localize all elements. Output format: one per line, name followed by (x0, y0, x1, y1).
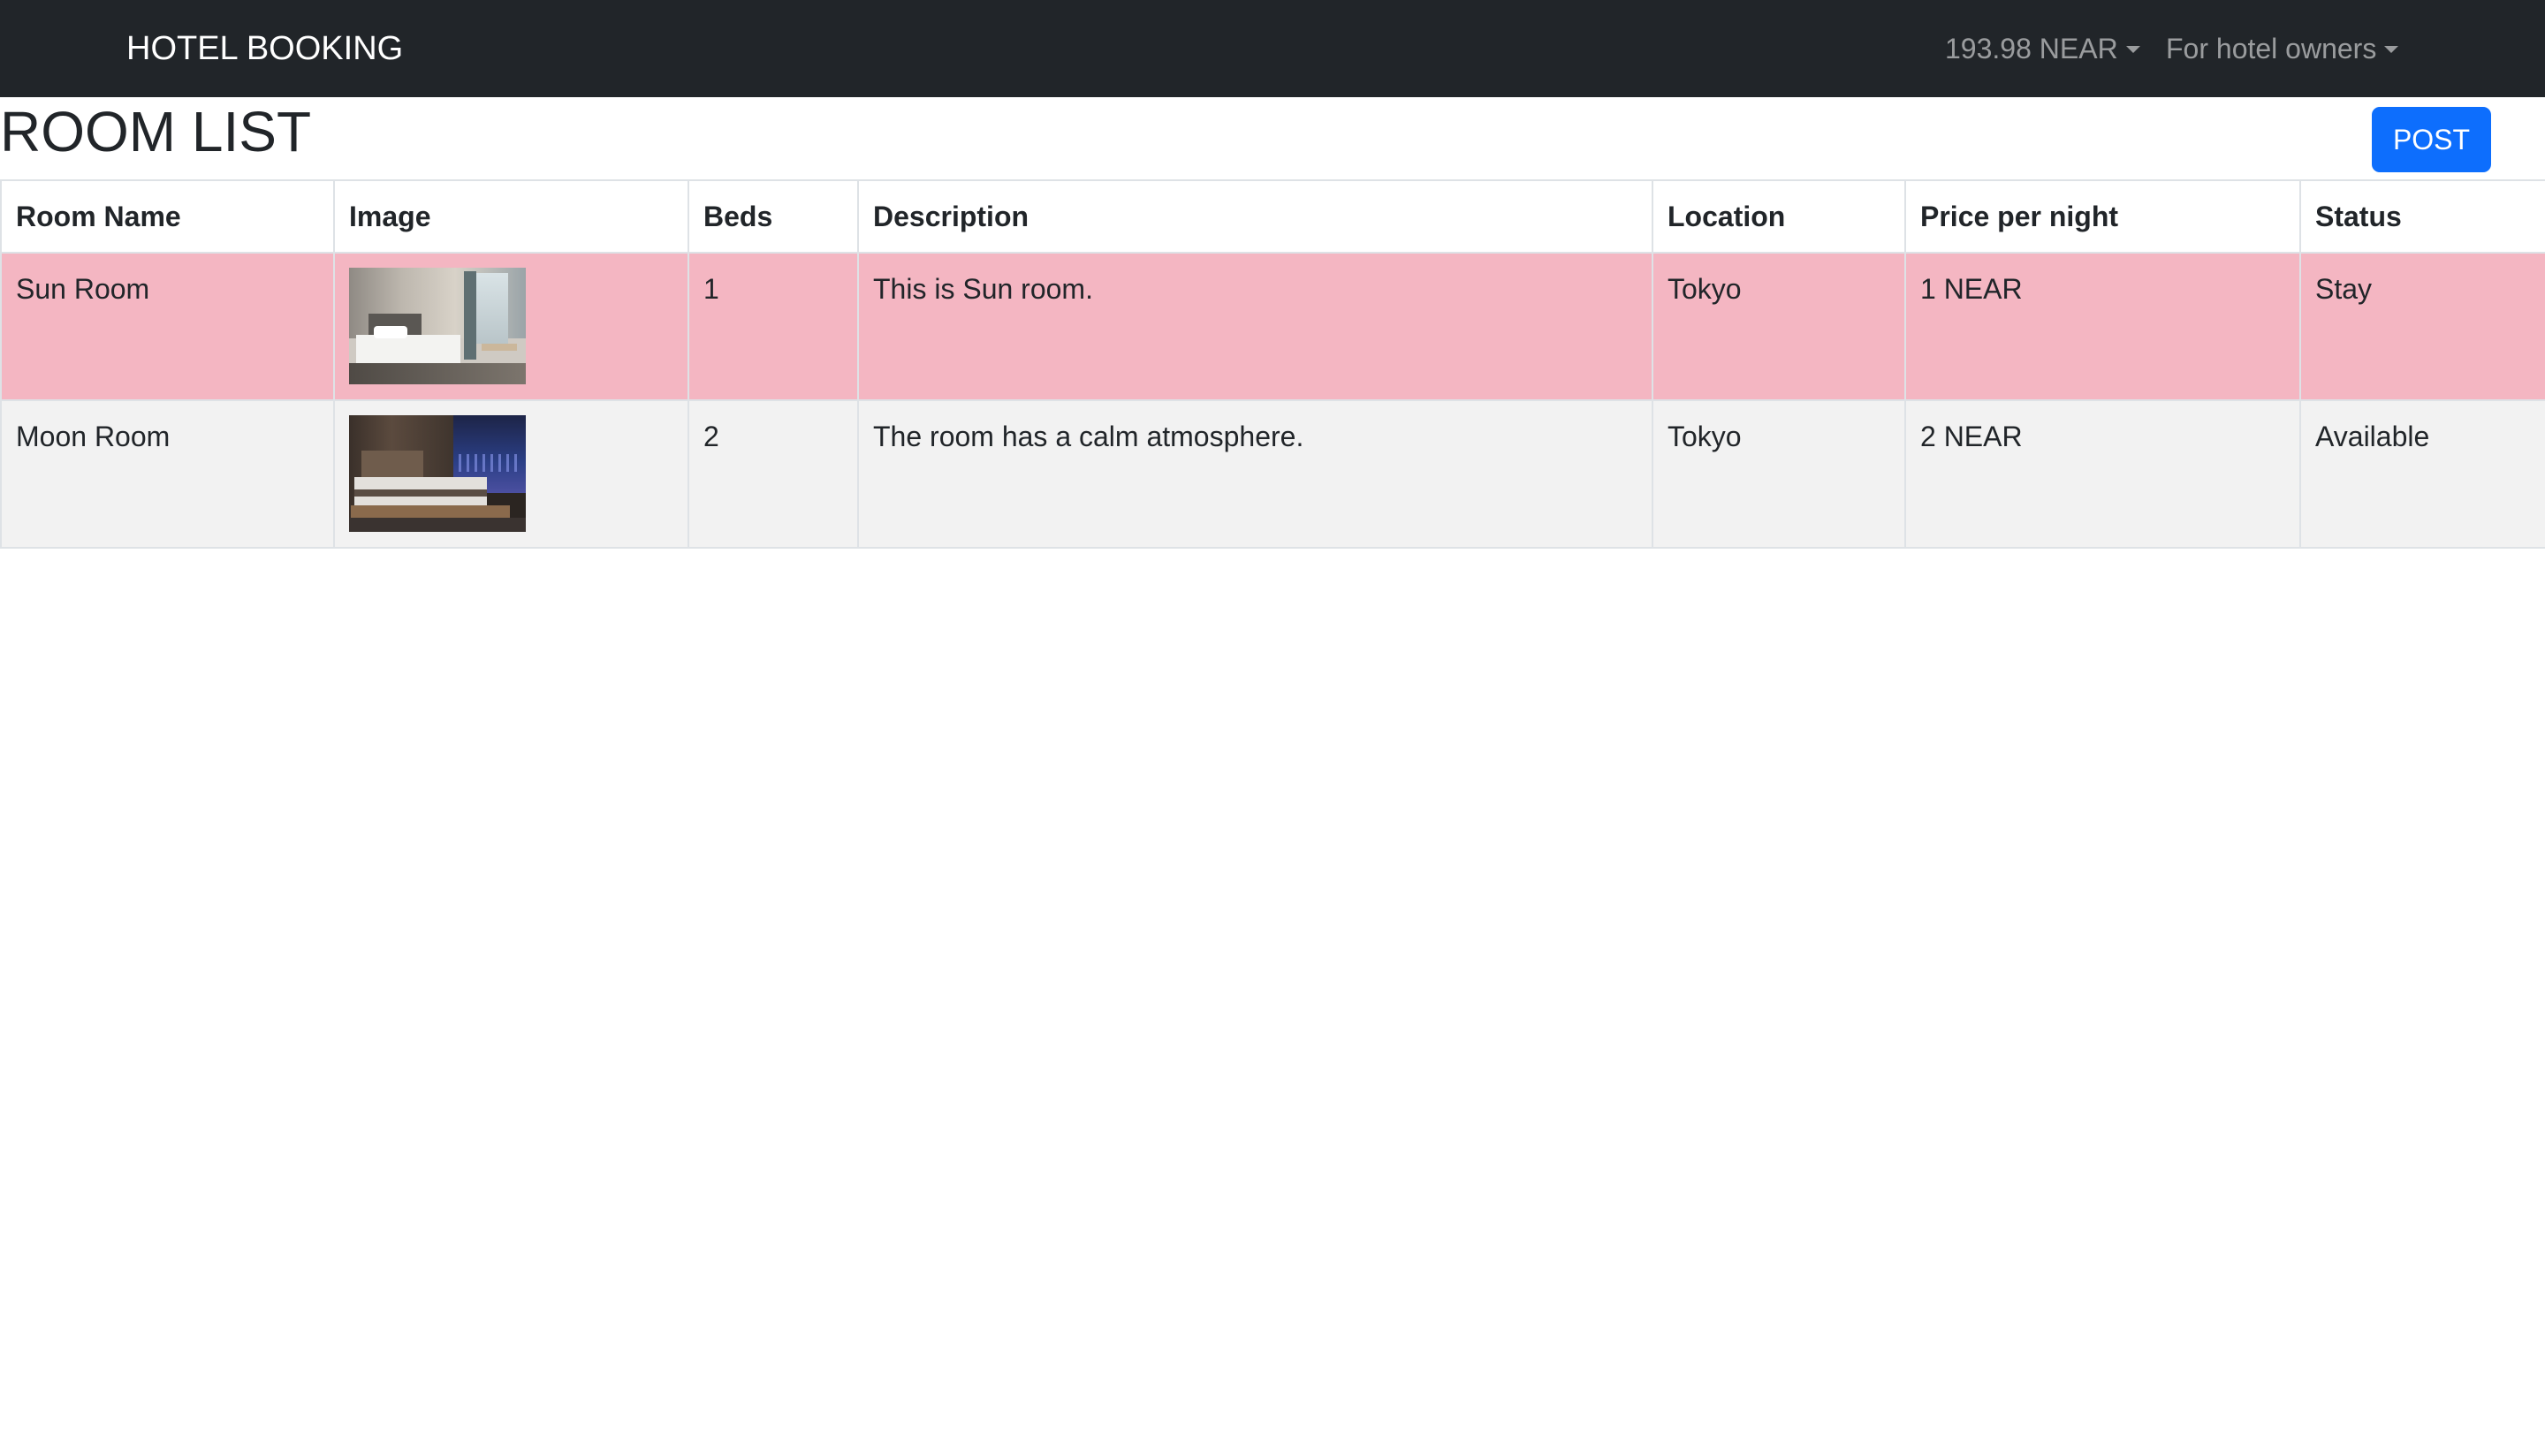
table-row: Moon Room 2 The room has a calm atmosphe… (0, 399, 2545, 549)
room-image-cell (333, 252, 689, 401)
chevron-down-icon (2384, 46, 2399, 53)
description-cell: The room has a calm atmosphere. (857, 399, 1653, 549)
header-room-name: Room Name (0, 179, 335, 254)
header-location: Location (1652, 179, 1906, 254)
page-title: ROOM LIST (0, 100, 312, 163)
location-cell: Tokyo (1652, 252, 1906, 401)
beds-cell: 1 (688, 252, 859, 401)
header-status: Status (2299, 179, 2545, 254)
balance-dropdown[interactable]: 193.98 NEAR (1945, 0, 2140, 97)
room-image-cell (333, 399, 689, 549)
room-name-cell: Sun Room (0, 252, 335, 401)
room-name-cell: Moon Room (0, 399, 335, 549)
balance-label: 193.98 NEAR (1945, 33, 2118, 64)
price-cell: 1 NEAR (1904, 252, 2301, 401)
table-header-row: Room Name Image Beds Description Locatio… (0, 179, 2545, 254)
top-navbar: HOTEL BOOKING 193.98 NEAR For hotel owne… (0, 0, 2545, 97)
hotel-owners-label: For hotel owners (2166, 33, 2377, 64)
location-cell: Tokyo (1652, 399, 1906, 549)
beds-cell: 2 (688, 399, 859, 549)
header-beds: Beds (688, 179, 859, 254)
price-cell: 2 NEAR (1904, 399, 2301, 549)
table-row: Sun Room 1 This is Sun room. Tokyo 1 NEA… (0, 252, 2545, 401)
header-description: Description (857, 179, 1653, 254)
room-table: Room Name Image Beds Description Locatio… (0, 179, 2545, 549)
hotel-owners-dropdown[interactable]: For hotel owners (2166, 0, 2399, 97)
room-photo (349, 415, 526, 532)
header-price: Price per night (1904, 179, 2301, 254)
chevron-down-icon (2125, 46, 2140, 53)
header-image: Image (333, 179, 689, 254)
room-photo (349, 268, 526, 384)
brand-link[interactable]: HOTEL BOOKING (126, 0, 403, 97)
post-button[interactable]: POST (2372, 107, 2491, 172)
status-cell: Available (2299, 399, 2545, 549)
status-cell: Stay (2299, 252, 2545, 401)
description-cell: This is Sun room. (857, 252, 1653, 401)
